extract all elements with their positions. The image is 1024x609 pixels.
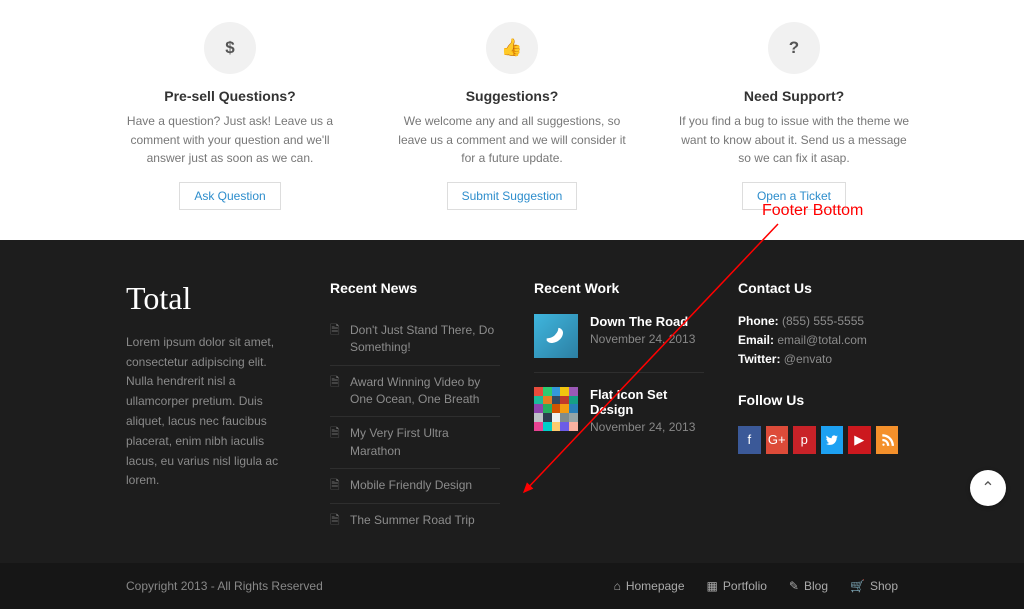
google-plus-icon[interactable]: G+	[766, 426, 789, 454]
footer-contact-column: Contact Us Phone: (855) 555-5555 Email: …	[738, 280, 898, 537]
footer: Total Lorem ipsum dolor sit amet, consec…	[0, 240, 1024, 563]
document-icon: 🗎	[330, 322, 342, 357]
social-row: f G+ p ▶	[738, 426, 898, 454]
work-thumbnail	[534, 387, 578, 431]
work-date: November 24, 2013	[590, 420, 704, 434]
news-item[interactable]: 🗎Don't Just Stand There, Do Something!	[330, 314, 500, 366]
news-title: My Very First Ultra Marathon	[350, 425, 500, 460]
follow-heading: Follow Us	[738, 392, 898, 408]
news-item[interactable]: 🗎 Mobile Friendly Design	[330, 469, 500, 503]
copyright: Copyright 2013 - All Rights Reserved	[126, 579, 323, 593]
work-title: Down The Road	[590, 314, 695, 329]
grid-icon: ▦	[707, 579, 718, 593]
card-text: Have a question? Just ask! Leave us a co…	[112, 112, 348, 168]
footer-bottom-bar: Copyright 2013 - All Rights Reserved ⌂ Ho…	[0, 563, 1024, 609]
contact-phone: Phone: (855) 555-5555	[738, 314, 898, 328]
card-title: Pre-sell Questions?	[112, 88, 348, 104]
submit-suggestion-button[interactable]: Submit Suggestion	[447, 182, 578, 210]
facebook-icon[interactable]: f	[738, 426, 761, 454]
annotation-label: Footer Bottom	[762, 202, 863, 220]
document-icon: 🗎	[330, 374, 342, 409]
nav-label: Homepage	[626, 579, 685, 593]
news-title: Award Winning Video by One Ocean, One Br…	[350, 374, 500, 409]
card-text: If you find a bug to issue with the them…	[676, 112, 912, 168]
document-icon: 🗎	[330, 512, 342, 529]
home-icon: ⌂	[614, 579, 621, 593]
rss-icon[interactable]	[876, 426, 899, 454]
document-icon: 🗎	[330, 425, 342, 460]
work-title: Flat Icon Set Design	[590, 387, 704, 417]
card-support: ? Need Support? If you find a bug to iss…	[676, 22, 912, 210]
nav-shop[interactable]: 🛒 Shop	[850, 579, 898, 593]
card-text: We welcome any and all suggestions, so l…	[394, 112, 630, 168]
nav-label: Shop	[870, 579, 898, 593]
nav-label: Blog	[804, 579, 828, 593]
contact-heading: Contact Us	[738, 280, 898, 296]
card-title: Suggestions?	[394, 88, 630, 104]
chevron-up-icon: ⌃	[981, 478, 994, 498]
twitter-icon[interactable]	[821, 426, 844, 454]
work-item[interactable]: Flat Icon Set Design November 24, 2013	[534, 387, 704, 434]
pinterest-icon[interactable]: p	[793, 426, 816, 454]
question-icon: ?	[768, 22, 820, 74]
site-logo: Total	[126, 280, 296, 317]
cart-icon: 🛒	[850, 579, 865, 593]
nav-homepage[interactable]: ⌂ Homepage	[614, 579, 685, 593]
news-item[interactable]: 🗎My Very First Ultra Marathon	[330, 417, 500, 469]
news-title: Mobile Friendly Design	[350, 477, 472, 494]
news-title: The Summer Road Trip	[350, 512, 475, 529]
pencil-icon: ✎	[789, 579, 799, 593]
nav-blog[interactable]: ✎ Blog	[789, 579, 828, 593]
work-thumbnail	[534, 314, 578, 358]
dollar-icon: $	[204, 22, 256, 74]
nav-label: Portfolio	[723, 579, 767, 593]
work-item[interactable]: Down The Road November 24, 2013	[534, 314, 704, 373]
news-item[interactable]: 🗎Award Winning Video by One Ocean, One B…	[330, 366, 500, 418]
footer-work-column: Recent Work Down The Road November 24, 2…	[534, 280, 704, 537]
document-icon: 🗎	[330, 477, 342, 494]
action-cards-row: $ Pre-sell Questions? Have a question? J…	[0, 0, 1024, 240]
footer-about-column: Total Lorem ipsum dolor sit amet, consec…	[126, 280, 296, 537]
news-heading: Recent News	[330, 280, 500, 296]
footer-nav: ⌂ Homepage ▦ Portfolio ✎ Blog 🛒 Shop	[614, 579, 898, 593]
card-suggestions: 👍 Suggestions? We welcome any and all su…	[394, 22, 630, 210]
footer-news-column: Recent News 🗎Don't Just Stand There, Do …	[330, 280, 500, 537]
news-title: Don't Just Stand There, Do Something!	[350, 322, 500, 357]
news-item[interactable]: 🗎 The Summer Road Trip	[330, 504, 500, 537]
nav-portfolio[interactable]: ▦ Portfolio	[707, 579, 767, 593]
card-presell: $ Pre-sell Questions? Have a question? J…	[112, 22, 348, 210]
youtube-icon[interactable]: ▶	[848, 426, 871, 454]
contact-email: Email: email@total.com	[738, 333, 898, 347]
thumbs-up-icon: 👍	[486, 22, 538, 74]
card-title: Need Support?	[676, 88, 912, 104]
ask-question-button[interactable]: Ask Question	[179, 182, 280, 210]
work-date: November 24, 2013	[590, 332, 695, 346]
about-text: Lorem ipsum dolor sit amet, consectetur …	[126, 333, 296, 491]
scroll-to-top-button[interactable]: ⌃	[970, 470, 1006, 506]
work-heading: Recent Work	[534, 280, 704, 296]
contact-twitter: Twitter: @envato	[738, 352, 898, 366]
